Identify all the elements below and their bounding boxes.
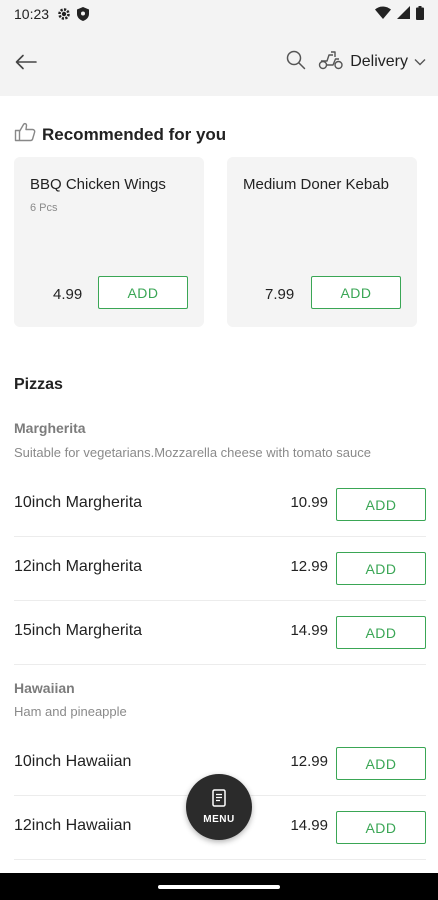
- wifi-icon: [375, 6, 391, 22]
- recommended-item-price: 4.99: [53, 286, 83, 303]
- add-button[interactable]: ADD: [336, 811, 426, 844]
- menu-item-price: 14.99: [290, 622, 328, 639]
- delivery-scooter-icon: [318, 50, 344, 75]
- menu-fab-label: MENU: [203, 814, 235, 825]
- menu-item-name: 10inch Margherita: [14, 494, 143, 511]
- group-description: Suitable for vegetarians.Mozzarella chee…: [14, 445, 371, 460]
- status-time: 10:23: [14, 6, 50, 22]
- add-button[interactable]: ADD: [311, 276, 401, 309]
- recommended-card[interactable]: Medium Doner Kebab 7.99 ADD: [227, 157, 417, 327]
- menu-item-name: 12inch Margherita: [14, 558, 143, 575]
- settings-icon: [57, 7, 71, 21]
- menu-item-price: 12.99: [290, 753, 328, 770]
- home-handle[interactable]: [158, 885, 280, 889]
- add-button[interactable]: ADD: [336, 616, 426, 649]
- menu-item-name: 15inch Margherita: [14, 622, 143, 639]
- category-title: Pizzas: [14, 376, 63, 393]
- group-title: Hawaiian: [14, 680, 75, 696]
- app-bar: Delivery: [0, 28, 438, 96]
- recommended-item-price: 7.99: [265, 286, 295, 303]
- add-button[interactable]: ADD: [336, 488, 426, 521]
- menu-book-icon: [212, 789, 226, 810]
- search-icon[interactable]: [286, 50, 306, 75]
- shield-icon: [77, 7, 90, 21]
- recommended-title: Recommended for you: [42, 124, 227, 144]
- group-title: Margherita: [14, 420, 86, 436]
- delivery-label: Delivery: [350, 53, 408, 70]
- recommended-item-name: BBQ Chicken Wings: [30, 176, 166, 193]
- add-button[interactable]: ADD: [98, 276, 188, 309]
- add-button[interactable]: ADD: [336, 552, 426, 585]
- menu-item-row[interactable]: 10inch Margherita 10.99 ADD: [14, 473, 426, 537]
- signal-icon: [397, 6, 410, 22]
- status-bar: 10:23: [0, 0, 438, 28]
- delivery-selector[interactable]: Delivery: [318, 50, 426, 75]
- back-arrow-icon[interactable]: [12, 48, 40, 76]
- recommended-item-name: Medium Doner Kebab: [243, 176, 389, 193]
- recommended-heading: Recommended for you: [14, 122, 226, 147]
- chevron-down-icon: [414, 53, 426, 71]
- add-button[interactable]: ADD: [336, 747, 426, 780]
- menu-item-row[interactable]: 12inch Margherita 12.99 ADD: [14, 537, 426, 601]
- system-nav-bar: [0, 873, 438, 900]
- battery-icon: [416, 5, 424, 23]
- menu-fab-button[interactable]: MENU: [186, 774, 252, 840]
- menu-item-price: 12.99: [290, 558, 328, 575]
- menu-item-name: 12inch Hawaiian: [14, 817, 132, 834]
- menu-item-price: 10.99: [290, 494, 328, 511]
- menu-item-row[interactable]: 15inch Margherita 14.99 ADD: [14, 601, 426, 665]
- group-description: Ham and pineapple: [14, 704, 127, 719]
- recommended-item-sub: 6 Pcs: [30, 202, 58, 214]
- thumbs-up-icon: [14, 122, 36, 147]
- menu-item-name: 10inch Hawaiian: [14, 753, 132, 770]
- recommended-card[interactable]: BBQ Chicken Wings 6 Pcs 4.99 ADD: [14, 157, 204, 327]
- menu-item-price: 14.99: [290, 817, 328, 834]
